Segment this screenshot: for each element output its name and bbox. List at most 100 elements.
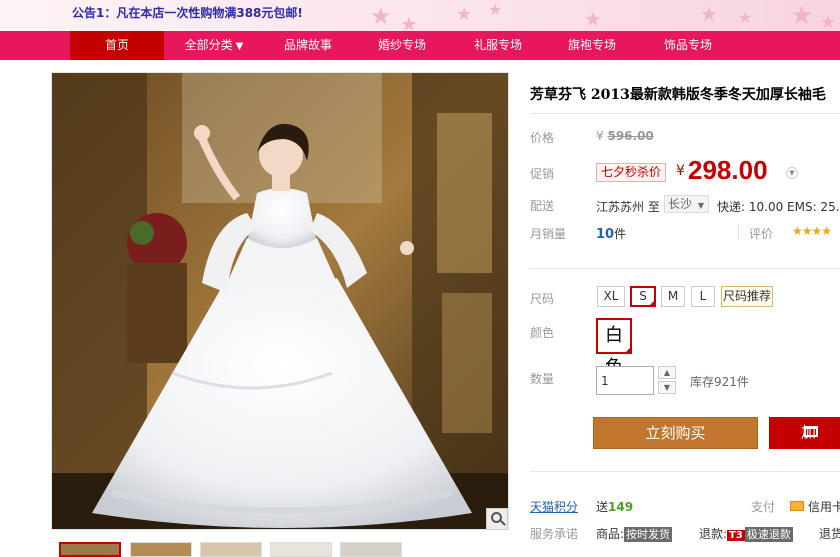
- quantity-label: 数量: [530, 372, 555, 386]
- size-option-m[interactable]: M: [661, 286, 685, 307]
- size-option-xl[interactable]: XL: [597, 286, 625, 307]
- announcement-bar: 公告1：凡在本店一次性购物满388元包邮! ★ ★ ★ ★ ★ ★ ★ ★ ★: [0, 0, 840, 31]
- nav-item-accessories[interactable]: 饰品专场: [650, 31, 726, 60]
- zoom-icon-handle: [500, 520, 506, 526]
- chevron-down-icon: ▼: [235, 41, 244, 52]
- quantity-decrement-button[interactable]: ▼: [658, 381, 676, 394]
- add-to-cart-button[interactable]: 加: [769, 417, 840, 449]
- thumbnail-5[interactable]: [340, 542, 402, 557]
- fast-refund-badge: 极速退款: [744, 527, 793, 542]
- quantity-input[interactable]: [596, 366, 654, 395]
- chevron-down-icon: ▼: [697, 201, 704, 210]
- promo-badge: 七夕秒杀价: [596, 163, 667, 182]
- ship-to-prefix: 至: [647, 200, 660, 214]
- thumbnail-4[interactable]: [270, 542, 332, 557]
- size-option-l[interactable]: L: [691, 286, 715, 307]
- announcement-text: 公告1：凡在本店一次性购物满388元包邮!: [72, 6, 303, 20]
- color-option-white[interactable]: 白色: [596, 318, 632, 378]
- points-number: 149: [608, 500, 634, 514]
- star-decoration-icon: ★: [488, 0, 503, 19]
- payment-method: 信用卡: [808, 500, 840, 514]
- star-decoration-icon: ★: [584, 7, 602, 31]
- color-label: 颜色: [530, 326, 555, 340]
- stock-text: 库存921件: [690, 375, 749, 389]
- nav-item-home[interactable]: 首页: [70, 31, 164, 60]
- on-time-shipping-badge: 按时发货: [624, 527, 673, 542]
- currency-symbol: ¥: [676, 163, 685, 179]
- star-decoration-icon: ★: [738, 8, 753, 27]
- monthly-sales-label: 月销量: [530, 227, 567, 241]
- buy-now-button[interactable]: 立刻购买: [593, 417, 758, 449]
- thumbnail-1[interactable]: [59, 542, 121, 557]
- original-price-value: 596.00: [607, 129, 654, 143]
- nav-item-wedding-dress[interactable]: 婚纱专场: [364, 31, 440, 60]
- size-recommend-button[interactable]: 尺码推荐: [721, 286, 773, 307]
- divider: [530, 471, 840, 472]
- star-decoration-icon: ★: [370, 2, 392, 30]
- points-label[interactable]: 天猫积分: [530, 498, 578, 515]
- selected-check-icon: [648, 299, 656, 307]
- currency-symbol: ¥: [596, 129, 604, 143]
- star-decoration-icon: ★: [820, 12, 837, 32]
- star-decoration-icon: ★: [790, 1, 814, 31]
- payment-label: 支付: [751, 500, 776, 514]
- size-option-s[interactable]: S: [630, 286, 656, 307]
- size-option-label: S: [639, 289, 647, 303]
- ship-destination-select[interactable]: 长沙 ▼: [664, 195, 709, 213]
- nav-item-all-categories[interactable]: 全部分类 ▼: [164, 31, 264, 60]
- star-decoration-icon: ★: [700, 2, 718, 26]
- size-recommend-label: 尺码推荐: [722, 289, 771, 303]
- service-refund: 退款: T3 极速退款: [699, 525, 793, 542]
- price-label: 价格: [530, 131, 555, 145]
- nav-item-label: 旗袍专场: [567, 38, 616, 52]
- nav-item-label: 品牌故事: [283, 38, 332, 52]
- cart-icon: [804, 426, 818, 437]
- nav-item-qipao[interactable]: 旗袍专场: [554, 31, 630, 60]
- size-option-label: L: [699, 289, 707, 303]
- size-option-label: M: [667, 289, 679, 303]
- product-main-image[interactable]: [51, 72, 509, 530]
- service-goods-label: 商品:: [596, 527, 625, 541]
- nav-item-label: 饰品专场: [663, 38, 712, 52]
- zoom-button[interactable]: [486, 508, 508, 530]
- service-return: 退货: [819, 527, 840, 541]
- divider: [530, 113, 840, 114]
- thumbnail-3[interactable]: [200, 542, 262, 557]
- nav-item-label: 全部分类: [184, 38, 233, 52]
- shipping-fee: 快递: 10.00 EMS: 25.0: [717, 200, 840, 214]
- thumbnail-2[interactable]: [130, 542, 192, 557]
- promo-price: 298.00: [688, 155, 768, 185]
- shipping-label: 配送: [530, 199, 555, 213]
- divider: [530, 268, 840, 269]
- sales-unit: 件: [614, 227, 627, 241]
- ship-destination-value: 长沙: [668, 197, 693, 211]
- selected-check-icon: [624, 346, 632, 354]
- review-label[interactable]: 评价: [749, 225, 773, 242]
- divider: [738, 225, 739, 239]
- points-prefix: 送: [596, 500, 609, 514]
- quantity-increment-button[interactable]: ▲: [658, 366, 676, 379]
- original-price: ¥ 596.00: [596, 129, 654, 143]
- size-option-label: XL: [603, 289, 619, 303]
- credit-card-icon: [790, 501, 804, 511]
- monthly-sales: 10件: [596, 225, 626, 242]
- star-decoration-icon: ★: [456, 4, 473, 25]
- star-decoration-icon: ★: [400, 12, 418, 31]
- wedding-dress-photo: [52, 73, 508, 529]
- sales-count: 10: [596, 227, 615, 242]
- promo-label: 促销: [530, 167, 555, 181]
- service-refund-label: 退款:: [699, 527, 728, 541]
- main-nav: 首页 全部分类 ▼ 品牌故事 婚纱专场 礼服专场 旗袍专场 饰品专场: [0, 31, 840, 60]
- rating-stars[interactable]: ★★★★: [792, 224, 832, 238]
- points-value: 送149: [596, 498, 633, 515]
- nav-item-label: 礼服专场: [473, 38, 522, 52]
- t3-badge: T3: [727, 530, 745, 541]
- product-title: 芳草芬飞 2013最新款韩版冬季冬天加厚长袖毛: [530, 87, 826, 103]
- service-label: 服务承诺: [530, 527, 579, 541]
- nav-item-label: 首页: [104, 38, 129, 52]
- nav-item-label: 婚纱专场: [377, 38, 426, 52]
- nav-item-brand-story[interactable]: 品牌故事: [270, 31, 346, 60]
- nav-item-gowns[interactable]: 礼服专场: [460, 31, 536, 60]
- service-goods: 商品: 按时发货: [596, 525, 673, 542]
- chevron-down-icon[interactable]: ▼: [786, 167, 798, 179]
